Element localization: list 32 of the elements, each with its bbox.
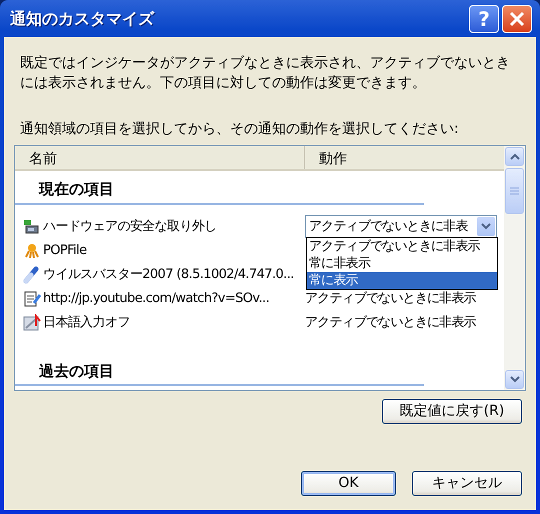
help-button[interactable]: ?: [469, 4, 499, 32]
dropdown-option[interactable]: 常に非表示: [307, 255, 497, 272]
scroll-thumb[interactable]: [505, 168, 524, 214]
reset-defaults-button[interactable]: 既定値に戻す(R): [382, 399, 522, 424]
capsule-icon: [23, 266, 41, 284]
caret-icon: [477, 217, 495, 236]
section-heading: 過去の項目: [15, 356, 424, 386]
column-header[interactable]: 名前: [15, 146, 305, 169]
action-text: アクティブでないときに非表示: [305, 314, 476, 332]
section-heading: 現在の項目: [15, 175, 424, 204]
item-name[interactable]: http://jp.youtube.com/watch?v=SOv...: [43, 288, 270, 308]
grip-icon: [510, 187, 519, 195]
dropdown-option[interactable]: 常に表示: [307, 272, 497, 289]
item-name[interactable]: POPFile: [43, 240, 86, 260]
document-icon: [23, 290, 41, 308]
window-title: 通知のカスタマイズ: [10, 8, 156, 30]
action-text: アクティブでないときに非表示: [305, 290, 476, 308]
close-button[interactable]: [502, 4, 532, 32]
close-icon: [509, 10, 525, 26]
cancel-button[interactable]: キャンセル: [412, 471, 522, 496]
ok-button[interactable]: OK: [301, 471, 396, 496]
item-name[interactable]: ハードウェアの安全な取り外し: [43, 216, 217, 236]
action-dropdown[interactable]: アクティブでないときに非表: [305, 215, 497, 238]
instruction-text: 通知領域の項目を選択してから、その通知の動作を選択してください:: [20, 120, 460, 139]
octopus-icon: [23, 242, 41, 260]
description-text: 既定ではインジケータがアクティブなときに表示され、アクティブでないときには表示されません。下の項目に対しての動作は変更できます。: [20, 54, 511, 93]
item-name[interactable]: 日本語入力オフ: [43, 312, 130, 332]
dropdown-option[interactable]: アクティブでないときに非表示: [307, 238, 497, 255]
scroll-down-button[interactable]: [505, 370, 524, 389]
item-name[interactable]: ウイルスバスター2007 (8.5.1002/4.747.0...: [43, 264, 294, 284]
column-header[interactable]: 動作: [305, 146, 347, 169]
scroll-up-button[interactable]: [505, 147, 524, 166]
